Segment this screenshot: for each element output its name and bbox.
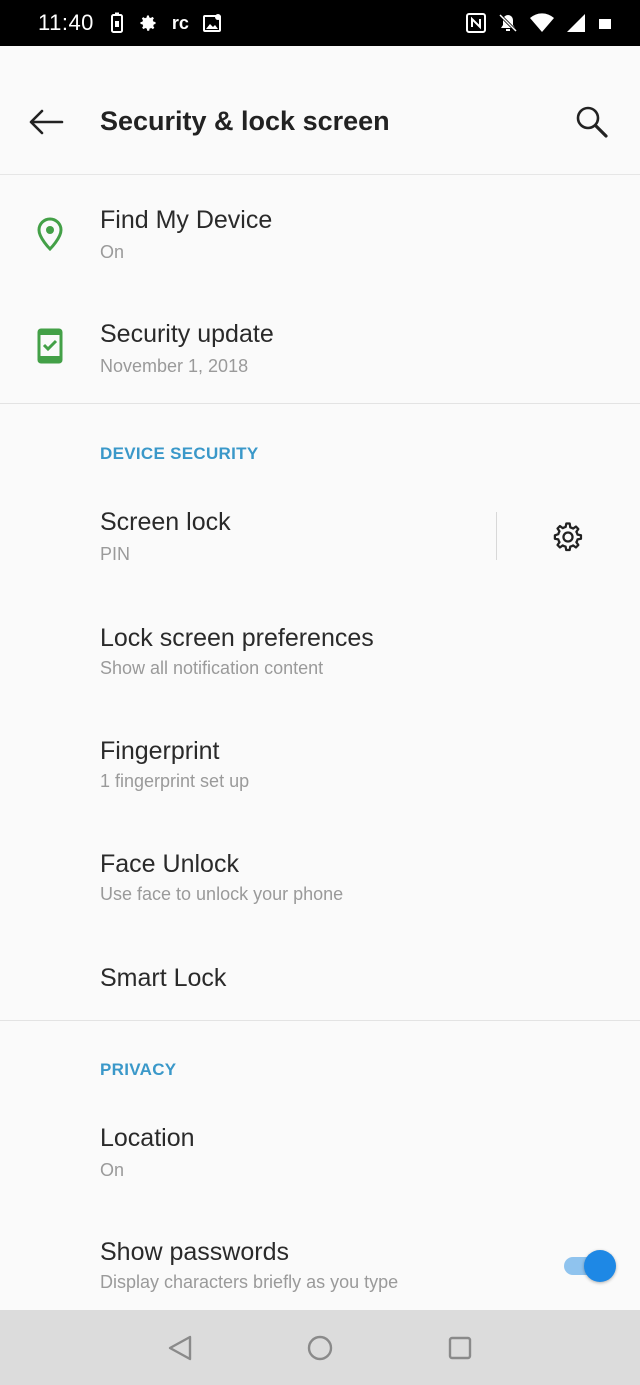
status-right-icons (466, 13, 612, 33)
status-left-icons: rc (110, 12, 223, 34)
section-divider (0, 1020, 640, 1021)
phone-check-icon (30, 326, 70, 366)
app-bar: Security & lock screen (0, 46, 640, 175)
nav-back-button[interactable] (160, 1328, 200, 1368)
settings-icon (138, 13, 158, 33)
nfc-icon (466, 13, 486, 33)
list-item-subtitle: Display characters briefly as you type (100, 1272, 399, 1292)
screen-lock-settings-button[interactable] (546, 515, 590, 559)
battery-saver-icon (110, 12, 124, 34)
navigation-bar (0, 1310, 640, 1385)
list-item-location[interactable]: Location On (0, 1098, 640, 1210)
gear-icon (553, 522, 583, 552)
battery-icon (598, 16, 612, 30)
toggle-thumb (584, 1250, 616, 1282)
list-item-title: Show passwords (100, 1238, 289, 1266)
section-header-device-security: DEVICE SECURITY (100, 444, 259, 463)
list-item-show-passwords[interactable]: Show passwords Display characters briefl… (0, 1212, 640, 1310)
page-title: Security & lock screen (100, 106, 390, 136)
list-item-subtitle: On (100, 1160, 125, 1180)
nav-home-button[interactable] (300, 1328, 340, 1368)
arrow-left-icon (29, 109, 64, 135)
list-item-title: Location (100, 1124, 195, 1152)
wifi-icon (530, 13, 554, 33)
vertical-divider (496, 512, 497, 560)
list-item-title: Security update (100, 320, 274, 348)
list-item-find-my-device[interactable]: Find My Device On (0, 180, 640, 292)
nav-recents-button[interactable] (440, 1328, 480, 1368)
list-item-subtitle: Show all notification content (100, 658, 324, 678)
home-circle-icon (307, 1335, 333, 1361)
list-item-smart-lock[interactable]: Smart Lock (0, 938, 640, 1018)
list-item-title: Lock screen preferences (100, 624, 374, 652)
list-item-subtitle: PIN (100, 544, 131, 564)
list-item-screen-lock[interactable]: Screen lock PIN (0, 482, 640, 594)
list-item-title: Face Unlock (100, 850, 239, 878)
show-passwords-toggle[interactable] (560, 1248, 616, 1282)
list-item-subtitle: On (100, 242, 125, 262)
mute-icon (498, 13, 518, 33)
back-triangle-icon (168, 1335, 192, 1361)
list-item-title: Screen lock (100, 508, 231, 536)
list-item-lock-screen-preferences[interactable]: Lock screen preferences Show all notific… (0, 598, 640, 710)
list-item-security-update[interactable]: Security update November 1, 2018 (0, 292, 640, 402)
location-pin-icon (30, 214, 70, 254)
status-bar: 11:40 rc (0, 0, 640, 46)
search-icon (576, 106, 608, 138)
list-item-face-unlock[interactable]: Face Unlock Use face to unlock your phon… (0, 824, 640, 936)
list-item-title: Smart Lock (100, 964, 227, 992)
recents-square-icon (448, 1336, 472, 1360)
list-item-subtitle: Use face to unlock your phone (100, 884, 344, 904)
list-item-subtitle: November 1, 2018 (100, 356, 249, 376)
photo-icon (202, 13, 223, 33)
signal-icon (566, 13, 586, 33)
rc-icon: rc (171, 12, 189, 33)
section-header-privacy: PRIVACY (100, 1060, 177, 1079)
status-time: 11:40 (38, 10, 94, 35)
section-divider (0, 403, 640, 404)
back-button[interactable] (26, 102, 66, 142)
list-item-title: Fingerprint (100, 737, 220, 765)
search-button[interactable] (570, 100, 614, 144)
list-item-fingerprint[interactable]: Fingerprint 1 fingerprint set up (0, 711, 640, 823)
list-item-title: Find My Device (100, 206, 273, 234)
list-item-subtitle: 1 fingerprint set up (100, 771, 250, 791)
